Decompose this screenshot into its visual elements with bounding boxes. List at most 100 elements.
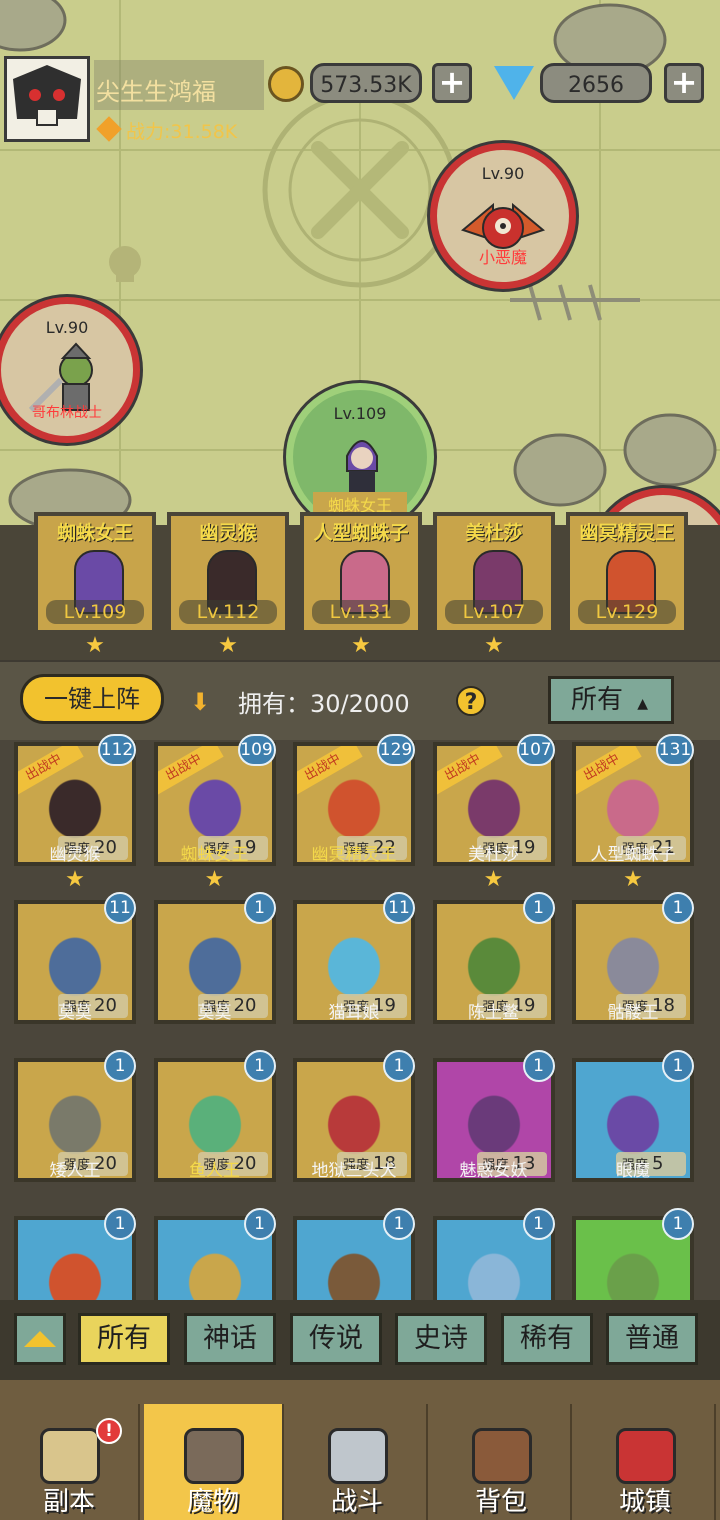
- map-node-goblin-warrior[interactable]: Lv.90 哥布林战士: [0, 297, 140, 443]
- down-arrow-icon[interactable]: ⬇: [190, 688, 210, 716]
- monster-name: 蜘蛛女王: [180, 845, 249, 865]
- star-icon: ★: [483, 867, 504, 892]
- map-node-imp[interactable]: Lv.90 小恶魔: [430, 143, 576, 289]
- crossed-swords-icon: [328, 1428, 388, 1484]
- monster-count-badge: 11: [383, 892, 415, 924]
- player-name: 尖生生鸿福: [96, 78, 216, 106]
- team-monster-name: 幽灵猴: [199, 522, 257, 544]
- backpack-icon: [472, 1428, 532, 1484]
- node-level: Lv.90: [45, 318, 89, 337]
- triangle-up-icon: [24, 1331, 56, 1347]
- monster-count-badge: 1: [522, 1050, 555, 1082]
- monster-count-badge: 1: [243, 1208, 276, 1240]
- rarity-tab[interactable]: 史诗: [395, 1313, 487, 1365]
- monster-count-badge: 107: [516, 734, 555, 766]
- monster-count-badge: 1: [104, 1208, 136, 1240]
- nav-map-scroll[interactable]: 副本!: [0, 1404, 140, 1520]
- gem-amount: 2656: [540, 63, 652, 103]
- gold-coin-icon: [268, 66, 304, 102]
- team-monster-name: 蜘蛛女王: [56, 522, 133, 544]
- monster-name: 魅惑女妖: [459, 1161, 528, 1181]
- star-icon: ★: [218, 633, 238, 658]
- team-slot-card[interactable]: 幽灵猴 Lv.112: [167, 512, 289, 634]
- star-icon: ★: [351, 633, 371, 658]
- player-avatar[interactable]: [4, 56, 90, 142]
- team-slot-card[interactable]: 蜘蛛女王 Lv.109: [34, 512, 156, 634]
- team-slot-card[interactable]: 人型蜘蛛子 Lv.131: [300, 512, 422, 634]
- combat-power: 战力:31.58K: [126, 121, 238, 143]
- monster-count-badge: 1: [522, 892, 555, 924]
- monster-name: 眼魔: [616, 1161, 650, 1181]
- team-slot-card[interactable]: 美杜莎 Lv.107: [433, 512, 555, 634]
- monster-name: 幽灵猴: [49, 845, 101, 865]
- monster-name: 莫莫: [197, 1003, 232, 1023]
- monster-count-badge: 1: [104, 1050, 136, 1082]
- star-icon: ★: [484, 633, 504, 658]
- node-level: Lv.90: [481, 164, 525, 183]
- nav-crossed-swords[interactable]: 战斗: [288, 1404, 428, 1520]
- monster-count-badge: 1: [243, 892, 276, 924]
- nav-label: 战斗: [330, 1487, 383, 1517]
- gold-plus-button[interactable]: +: [432, 63, 472, 103]
- help-icon[interactable]: ?: [456, 686, 486, 716]
- team-monster-level: Lv.131: [312, 600, 410, 624]
- star-icon: ★: [204, 867, 225, 892]
- monster-art: [167, 914, 262, 1002]
- node-name: 小恶魔: [478, 248, 527, 267]
- monster-name: 地狱三头犬: [311, 1161, 397, 1181]
- monster-art: [28, 914, 122, 1002]
- monster-name: 骷髅王: [607, 1003, 659, 1023]
- gold-amount: 573.53K: [310, 63, 422, 103]
- node-level: Lv.109: [333, 404, 387, 423]
- monster-art: [307, 914, 401, 1002]
- avatar-icon: [7, 59, 87, 139]
- rarity-tab[interactable]: 稀有: [501, 1313, 593, 1365]
- monster-count-badge: 1: [522, 1208, 555, 1240]
- rarity-tab[interactable]: 所有: [78, 1313, 170, 1365]
- team-monster-name: 幽冥精灵王: [579, 522, 675, 544]
- monster-count-badge: 1: [243, 1050, 276, 1082]
- filter-label: 所有: [571, 685, 624, 715]
- monster-count-badge: 1: [383, 1050, 415, 1082]
- monster-art: [167, 1072, 262, 1160]
- team-monster-level: Lv.107: [445, 600, 543, 624]
- nav-label: 副本: [42, 1487, 95, 1517]
- team-slot-card[interactable]: 幽冥精灵王 Lv.129: [566, 512, 688, 634]
- monster-art: [586, 914, 680, 1002]
- deploy-all-button[interactable]: 一键上阵: [20, 674, 164, 724]
- rarity-tab[interactable]: 传说: [290, 1313, 382, 1365]
- caret-up-icon: ▲: [637, 696, 649, 712]
- owned-count: 拥有：30/2000: [238, 690, 410, 718]
- star-icon: ★: [623, 867, 643, 892]
- nav-label: 背包: [474, 1487, 527, 1517]
- star-icon: ★: [85, 633, 105, 658]
- monster-art: [446, 914, 541, 1002]
- monster-name: 鱼人王: [189, 1161, 240, 1181]
- monster-name: 幽冥精灵王: [311, 845, 397, 865]
- monster-count-badge: 11: [104, 892, 136, 924]
- monster-art: [586, 1072, 680, 1160]
- monster-count-badge: 109: [237, 734, 276, 766]
- nav-town-shop[interactable]: 城镇: [576, 1404, 716, 1520]
- monster-helmet-icon: [184, 1428, 244, 1484]
- nav-label: 城镇: [618, 1487, 671, 1517]
- monster-name: 美杜莎: [468, 845, 519, 865]
- rarity-tab[interactable]: 神话: [184, 1313, 276, 1365]
- star-icon: ★: [65, 867, 85, 892]
- nav-monster-helmet[interactable]: 魔物: [144, 1404, 284, 1520]
- rarity-tab[interactable]: 普通: [606, 1313, 698, 1365]
- monster-count-badge: 112: [98, 734, 136, 766]
- monster-art: [446, 1072, 541, 1160]
- gem-plus-button[interactable]: +: [664, 63, 704, 103]
- monster-count-badge: 1: [662, 892, 694, 924]
- team-monster-level: Lv.112: [179, 600, 277, 624]
- alert-badge-icon: !: [96, 1418, 122, 1444]
- monster-art: [307, 1072, 401, 1160]
- filter-dropdown[interactable]: 所有 ▲: [548, 676, 674, 724]
- nav-backpack[interactable]: 背包: [432, 1404, 572, 1520]
- monster-name: 莫莫: [58, 1003, 92, 1023]
- map-node-spider-queen[interactable]: Lv.109 蜘蛛女王: [286, 383, 434, 525]
- collapse-button[interactable]: [14, 1313, 66, 1365]
- team-monster-name: 人型蜘蛛子: [313, 522, 409, 544]
- monster-count-badge: 1: [662, 1208, 694, 1240]
